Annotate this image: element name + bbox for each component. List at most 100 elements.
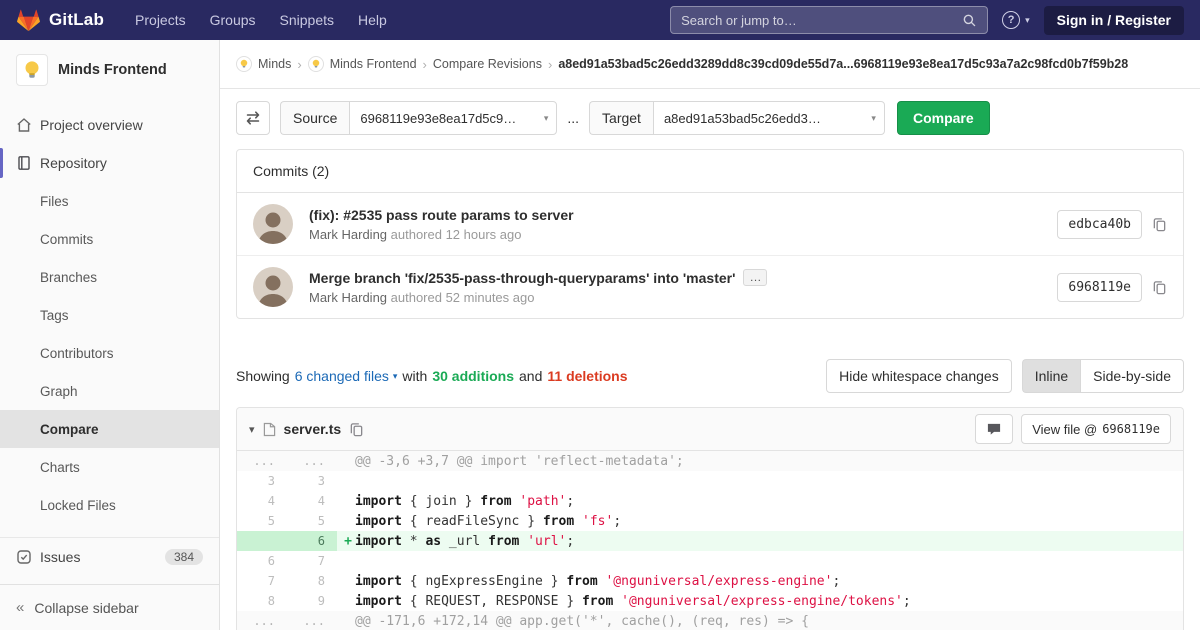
swap-icon bbox=[245, 110, 261, 126]
changed-files-dropdown[interactable]: 6 changed files ▾ bbox=[295, 368, 398, 384]
nav-snippets[interactable]: Snippets bbox=[269, 6, 345, 34]
diff-line: 89 import { REQUEST, RESPONSE } from '@n… bbox=[237, 591, 1183, 611]
swap-revisions-button[interactable] bbox=[236, 101, 270, 135]
target-ref-dropdown[interactable]: a8ed91a53bad5c26edd3… ▾ bbox=[653, 101, 885, 135]
help-dropdown[interactable]: ? ▾ bbox=[1002, 11, 1030, 29]
additions-count: 30 additions bbox=[432, 368, 514, 384]
commit-sha-link[interactable]: edbca40b bbox=[1057, 210, 1142, 239]
commit-title-link[interactable]: Merge branch 'fix/2535-pass-through-quer… bbox=[309, 270, 735, 286]
sidebar-item-label: Issues bbox=[40, 549, 80, 565]
new-line-number[interactable]: 9 bbox=[287, 591, 337, 611]
sidebar-item-compare[interactable]: Compare bbox=[0, 410, 219, 448]
side-by-side-view-button[interactable]: Side-by-side bbox=[1080, 359, 1184, 393]
diff-file-panel: ▾ server.ts bbox=[236, 407, 1184, 630]
repo-icon bbox=[16, 155, 32, 171]
global-search[interactable] bbox=[670, 6, 988, 34]
commit-title-link[interactable]: (fix): #2535 pass route params to server bbox=[309, 207, 574, 223]
new-line-number[interactable]: ... bbox=[287, 451, 337, 471]
sidebar-item-repository[interactable]: Repository bbox=[0, 144, 219, 182]
new-line-number[interactable]: ... bbox=[287, 611, 337, 630]
sidebar-item-locked-files[interactable]: Locked Files bbox=[0, 486, 219, 524]
project-header[interactable]: Minds Frontend bbox=[0, 40, 219, 98]
copy-sha-button[interactable] bbox=[1152, 280, 1167, 295]
code-cell: import { ngExpressEngine } from '@nguniv… bbox=[337, 571, 1183, 591]
main-content: Minds›Minds Frontend›Compare Revisions› … bbox=[220, 40, 1200, 630]
file-icon bbox=[263, 422, 276, 437]
sidebar-item-project-overview[interactable]: Project overview bbox=[0, 106, 219, 144]
sidebar-item-branches[interactable]: Branches bbox=[0, 258, 219, 296]
nav-groups[interactable]: Groups bbox=[199, 6, 267, 34]
new-line-number[interactable]: 7 bbox=[287, 551, 337, 571]
source-group: Source 6968119e93e8ea17d5c9… ▾ bbox=[280, 101, 557, 135]
range-separator: ... bbox=[567, 110, 579, 126]
new-line-number[interactable]: 3 bbox=[287, 471, 337, 491]
diff-marker bbox=[341, 594, 355, 609]
sidebar-item-label: Graph bbox=[40, 384, 78, 399]
comment-icon bbox=[986, 422, 1002, 437]
diff-marker bbox=[341, 474, 355, 489]
commit-author-link[interactable]: Mark Harding bbox=[309, 227, 387, 242]
expand-commit-message-button[interactable]: … bbox=[743, 269, 767, 286]
collapse-diff-icon[interactable]: ▾ bbox=[249, 423, 255, 436]
diff-view-controls: Hide whitespace changes Inline Side-by-s… bbox=[826, 359, 1184, 393]
old-line-number[interactable]: 7 bbox=[237, 571, 287, 591]
collapse-sidebar-button[interactable]: « Collapse sidebar bbox=[0, 584, 219, 630]
gitlab-home-link[interactable]: GitLab bbox=[16, 8, 104, 32]
old-line-number[interactable]: 8 bbox=[237, 591, 287, 611]
breadcrumb-link-minds[interactable]: Minds bbox=[258, 57, 291, 71]
copy-file-path-button[interactable] bbox=[349, 422, 364, 437]
navbar-right: ? ▾ Sign in / Register bbox=[670, 6, 1184, 35]
sign-in-register-button[interactable]: Sign in / Register bbox=[1044, 6, 1184, 35]
search-input[interactable] bbox=[681, 13, 962, 28]
sidebar-item-issues[interactable]: Issues384 bbox=[0, 537, 219, 575]
sidebar-item-contributors[interactable]: Contributors bbox=[0, 334, 219, 372]
old-line-number[interactable]: ... bbox=[237, 451, 287, 471]
compare-page: Source 6968119e93e8ea17d5c9… ▾ ... Targe… bbox=[220, 89, 1200, 630]
diff-line: 44 import { join } from 'path'; bbox=[237, 491, 1183, 511]
breadcrumb-link-minds-frontend[interactable]: Minds Frontend bbox=[330, 57, 417, 71]
copy-sha-button[interactable] bbox=[1152, 217, 1167, 232]
commit-author-link[interactable]: Mark Harding bbox=[309, 290, 387, 305]
breadcrumb-item: Compare Revisions bbox=[433, 57, 542, 71]
commit-author-avatar bbox=[253, 267, 293, 307]
collapse-icon: « bbox=[16, 599, 24, 616]
project-avatar bbox=[16, 54, 48, 86]
commits-panel-header: Commits (2) bbox=[237, 150, 1183, 193]
issues-icon bbox=[16, 549, 32, 565]
hide-whitespace-button[interactable]: Hide whitespace changes bbox=[826, 359, 1012, 393]
sidebar-item-commits[interactable]: Commits bbox=[0, 220, 219, 258]
diff-line: 78 import { ngExpressEngine } from '@ngu… bbox=[237, 571, 1183, 591]
old-line-number[interactable]: 4 bbox=[237, 491, 287, 511]
sidebar-item-charts[interactable]: Charts bbox=[0, 448, 219, 486]
commit-sha-link[interactable]: 6968119e bbox=[1057, 273, 1142, 302]
chevron-down-icon: ▾ bbox=[393, 371, 398, 382]
old-line-number[interactable]: 6 bbox=[237, 551, 287, 571]
diff-line: 55 import { readFileSync } from 'fs'; bbox=[237, 511, 1183, 531]
with-label: with bbox=[402, 368, 427, 384]
sidebar-item-graph[interactable]: Graph bbox=[0, 372, 219, 410]
compare-button[interactable]: Compare bbox=[897, 101, 990, 135]
old-line-number[interactable]: 3 bbox=[237, 471, 287, 491]
new-line-number[interactable]: 5 bbox=[287, 511, 337, 531]
old-line-number[interactable]: ... bbox=[237, 611, 287, 630]
nav-help[interactable]: Help bbox=[347, 6, 398, 34]
breadcrumb-link-compare-revisions[interactable]: Compare Revisions bbox=[433, 57, 542, 71]
old-line-number[interactable]: 5 bbox=[237, 511, 287, 531]
view-file-button[interactable]: View file @ 6968119e bbox=[1021, 414, 1171, 444]
view-file-sha: 6968119e bbox=[1102, 422, 1160, 436]
old-line-number[interactable] bbox=[237, 531, 287, 551]
new-line-number[interactable]: 4 bbox=[287, 491, 337, 511]
new-line-number[interactable]: 6 bbox=[287, 531, 337, 551]
sidebar-item-label: Contributors bbox=[40, 346, 114, 361]
main-menu: ProjectsGroupsSnippetsHelp bbox=[124, 6, 398, 34]
toggle-comments-button[interactable] bbox=[975, 414, 1013, 444]
source-ref-dropdown[interactable]: 6968119e93e8ea17d5c9… ▾ bbox=[349, 101, 557, 135]
chevron-down-icon: ▾ bbox=[871, 113, 876, 124]
new-line-number[interactable]: 8 bbox=[287, 571, 337, 591]
breadcrumb-avatar bbox=[236, 56, 252, 72]
nav-projects[interactable]: Projects bbox=[124, 6, 197, 34]
diff-view-mode-group: Inline Side-by-side bbox=[1022, 359, 1184, 393]
sidebar-item-files[interactable]: Files bbox=[0, 182, 219, 220]
sidebar-item-tags[interactable]: Tags bbox=[0, 296, 219, 334]
inline-view-button[interactable]: Inline bbox=[1022, 359, 1080, 393]
